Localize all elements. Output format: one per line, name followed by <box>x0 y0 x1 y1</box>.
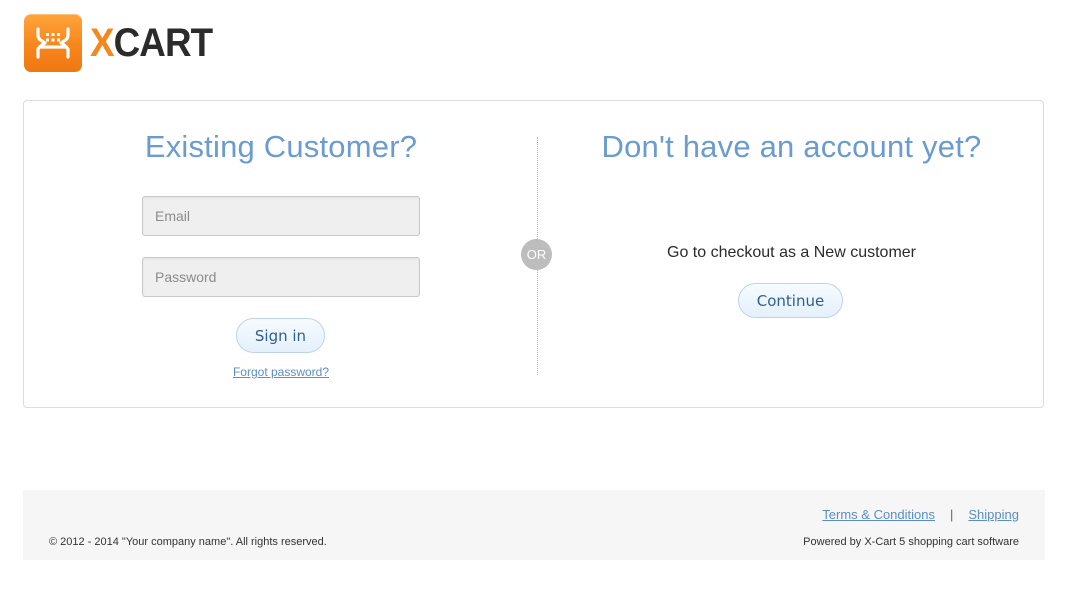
copyright-text: © 2012 - 2014 "Your company name". All r… <box>49 536 327 548</box>
email-field[interactable] <box>142 196 420 236</box>
footer: Terms & Conditions | Shipping © 2012 - 2… <box>23 490 1045 560</box>
continue-button[interactable]: Continue <box>738 283 843 318</box>
sign-in-button[interactable]: Sign in <box>236 318 325 353</box>
login-page: XCART Existing Customer? Sign in Forgot … <box>0 0 1089 610</box>
register-heading: Don't have an account yet? <box>601 129 982 164</box>
checkout-text: Go to checkout as a New customer <box>667 244 916 261</box>
logo-wordmark: XCART <box>90 21 213 65</box>
login-heading: Existing Customer? <box>144 129 418 164</box>
footer-links: Terms & Conditions | Shipping <box>822 507 1019 522</box>
terms-link[interactable]: Terms & Conditions <box>822 507 935 522</box>
shipping-link[interactable]: Shipping <box>968 507 1019 522</box>
logo-x-letter: X <box>90 21 115 65</box>
login-section: Existing Customer? Sign in Forgot passwo… <box>24 101 538 407</box>
register-section: Don't have an account yet? Go to checkou… <box>538 101 1045 407</box>
auth-panel: Existing Customer? Sign in Forgot passwo… <box>23 100 1044 408</box>
powered-by-text: Powered by X-Cart 5 shopping cart softwa… <box>803 536 1019 548</box>
cart-icon <box>24 14 82 72</box>
footer-separator: | <box>950 507 954 522</box>
xcart-logo[interactable]: XCART <box>24 14 223 72</box>
password-field[interactable] <box>142 257 420 297</box>
forgot-password-link[interactable]: Forgot password? <box>24 365 538 379</box>
logo-cart-text: CART <box>113 21 213 65</box>
cart-icon-svg <box>36 27 70 59</box>
